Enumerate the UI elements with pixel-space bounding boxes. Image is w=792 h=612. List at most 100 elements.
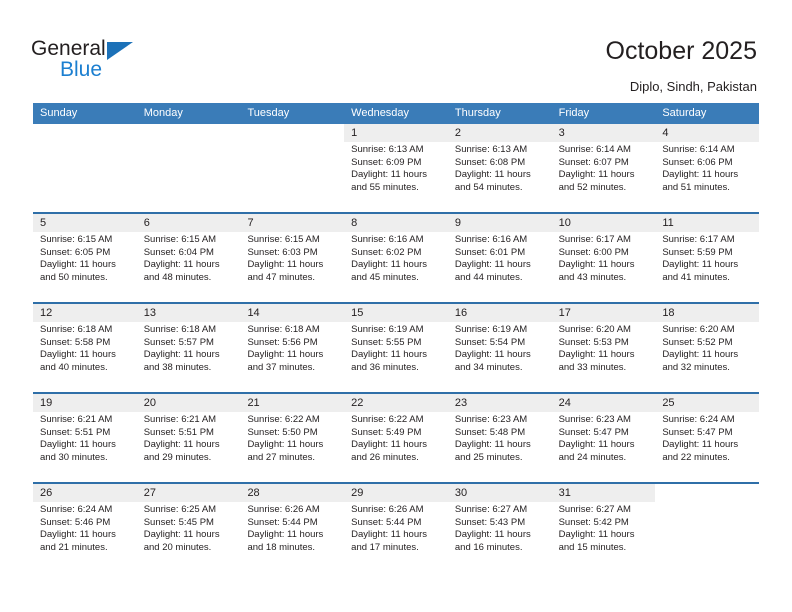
day-cell[interactable]: Sunrise: 6:26 AM Sunset: 5:44 PM Daylight:…: [240, 502, 344, 572]
sunset-time: Sunset: 5:52 PM: [662, 336, 733, 348]
day-number[interactable]: 17: [552, 304, 656, 322]
sunrise-time: Sunrise: 6:22 AM: [247, 414, 320, 425]
day-number[interactable]: 24: [552, 394, 656, 412]
sunrise-time: Sunrise: 6:26 AM: [351, 504, 424, 515]
daylight-duration-line1: Daylight: 11 hours: [662, 259, 739, 271]
daylight-duration-line2: and 36 minutes.: [351, 361, 419, 373]
day-cell[interactable]: Sunrise: 6:13 AM Sunset: 6:09 PM Daylight:…: [344, 142, 448, 212]
daylight-duration-line1: Daylight: 11 hours: [558, 259, 635, 271]
day-number[interactable]: 31: [552, 484, 656, 502]
day-cell[interactable]: Sunrise: 6:15 AM Sunset: 6:04 PM Daylight:…: [137, 232, 241, 302]
day-number[interactable]: 7: [240, 214, 344, 232]
sunset-time: Sunset: 6:00 PM: [558, 246, 629, 258]
day-cell[interactable]: Sunrise: 6:24 AM Sunset: 5:46 PM Daylight:…: [33, 502, 137, 572]
day-cell[interactable]: Sunrise: 6:18 AM Sunset: 5:58 PM Daylight:…: [33, 322, 137, 392]
day-number[interactable]: 26: [33, 484, 137, 502]
day-number[interactable]: 13: [137, 304, 241, 322]
sunset-time: Sunset: 5:46 PM: [40, 516, 111, 528]
day-number[interactable]: 2: [448, 124, 552, 142]
day-number[interactable]: 27: [137, 484, 241, 502]
day-number[interactable]: 8: [344, 214, 448, 232]
day-number[interactable]: 20: [137, 394, 241, 412]
sunset-time: Sunset: 5:54 PM: [454, 336, 526, 348]
sunrise-time: Sunrise: 6:14 AM: [558, 144, 631, 155]
day-number[interactable]: 4: [655, 124, 759, 142]
day-cell[interactable]: Sunrise: 6:19 AM Sunset: 5:54 PM Daylight:…: [448, 322, 552, 392]
day-number[interactable]: 12: [33, 304, 137, 322]
day-cell[interactable]: Sunrise: 6:15 AM Sunset: 6:03 PM Daylight:…: [240, 232, 344, 302]
day-cell[interactable]: Sunrise: 6:16 AM Sunset: 6:01 PM Daylight:…: [448, 232, 552, 302]
daylight-duration-line2: and 16 minutes.: [454, 541, 523, 553]
logo-triangle-icon: [107, 42, 133, 60]
day-cell[interactable]: Sunrise: 6:14 AM Sunset: 6:06 PM Daylight:…: [655, 142, 759, 212]
day-number[interactable]: 23: [448, 394, 552, 412]
sunset-time: Sunset: 5:51 PM: [40, 426, 111, 438]
day-cell[interactable]: Sunrise: 6:18 AM Sunset: 5:56 PM Daylight:…: [240, 322, 344, 392]
sunset-time: Sunset: 6:03 PM: [247, 246, 318, 258]
day-number[interactable]: 21: [240, 394, 344, 412]
day-number[interactable]: 28: [240, 484, 344, 502]
day-cell[interactable]: Sunrise: 6:20 AM Sunset: 5:53 PM Daylight:…: [552, 322, 656, 392]
sunset-time: Sunset: 5:51 PM: [143, 426, 214, 438]
daylight-duration-line2: and 26 minutes.: [351, 451, 419, 463]
page-header: General Blue October 2025 Diplo, Sindh, …: [0, 0, 792, 103]
day-number[interactable]: 14: [240, 304, 344, 322]
day-number[interactable]: 10: [552, 214, 656, 232]
day-cell[interactable]: Sunrise: 6:18 AM Sunset: 5:57 PM Daylight:…: [137, 322, 241, 392]
generalblue-logo[interactable]: General Blue: [31, 38, 161, 86]
day-cell[interactable]: Sunrise: 6:26 AM Sunset: 5:44 PM Daylight:…: [344, 502, 448, 572]
sunrise-time: Sunrise: 6:19 AM: [351, 324, 424, 335]
daylight-duration-line1: Daylight: 11 hours: [247, 349, 324, 361]
day-number[interactable]: 16: [448, 304, 552, 322]
daylight-duration-line1: Daylight: 11 hours: [247, 439, 324, 451]
day-cell[interactable]: Sunrise: 6:22 AM Sunset: 5:50 PM Daylight:…: [240, 412, 344, 482]
day-number[interactable]: 25: [655, 394, 759, 412]
day-number[interactable]: 22: [344, 394, 448, 412]
day-number[interactable]: 18: [655, 304, 759, 322]
daylight-duration-line2: and 37 minutes.: [247, 361, 316, 373]
daylight-duration-line2: and 34 minutes.: [454, 361, 523, 373]
day-cell[interactable]: Sunrise: 6:20 AM Sunset: 5:52 PM Daylight:…: [655, 322, 759, 392]
day-number[interactable]: 9: [448, 214, 552, 232]
daylight-duration-line1: Daylight: 11 hours: [351, 349, 428, 361]
day-number[interactable]: 29: [344, 484, 448, 502]
daylight-duration-line2: and 24 minutes.: [558, 451, 627, 463]
day-cell[interactable]: Sunrise: 6:14 AM Sunset: 6:07 PM Daylight:…: [552, 142, 656, 212]
day-number[interactable]: 30: [448, 484, 552, 502]
day-cell[interactable]: Sunrise: 6:25 AM Sunset: 5:45 PM Daylight:…: [137, 502, 241, 572]
day-cell[interactable]: Sunrise: 6:19 AM Sunset: 5:55 PM Daylight:…: [344, 322, 448, 392]
day-number[interactable]: 1: [344, 124, 448, 142]
week-date-band: 12 13 14 15 16 17 18: [33, 304, 759, 322]
day-cell[interactable]: Sunrise: 6:16 AM Sunset: 6:02 PM Daylight:…: [344, 232, 448, 302]
day-cell[interactable]: Sunrise: 6:17 AM Sunset: 6:00 PM Daylight:…: [552, 232, 656, 302]
day-number[interactable]: 19: [33, 394, 137, 412]
daylight-duration-line2: and 55 minutes.: [351, 181, 419, 193]
page-subtitle: Diplo, Sindh, Pakistan: [629, 79, 757, 94]
day-cell[interactable]: Sunrise: 6:23 AM Sunset: 5:47 PM Daylight:…: [552, 412, 656, 482]
day-number-empty: [33, 124, 137, 142]
sunrise-time: Sunrise: 6:15 AM: [40, 234, 113, 245]
day-cell[interactable]: Sunrise: 6:23 AM Sunset: 5:48 PM Daylight:…: [448, 412, 552, 482]
sunrise-time: Sunrise: 6:23 AM: [558, 414, 631, 425]
day-cell[interactable]: Sunrise: 6:21 AM Sunset: 5:51 PM Daylight:…: [33, 412, 137, 482]
sunrise-time: Sunrise: 6:18 AM: [143, 324, 217, 335]
day-cell[interactable]: Sunrise: 6:27 AM Sunset: 5:43 PM Daylight:…: [448, 502, 552, 572]
day-number[interactable]: 6: [137, 214, 241, 232]
day-number[interactable]: 3: [552, 124, 656, 142]
day-cell[interactable]: Sunrise: 6:27 AM Sunset: 5:42 PM Daylight:…: [552, 502, 656, 572]
day-cell[interactable]: Sunrise: 6:13 AM Sunset: 6:08 PM Daylight:…: [448, 142, 552, 212]
day-cell[interactable]: Sunrise: 6:17 AM Sunset: 5:59 PM Daylight:…: [655, 232, 759, 302]
day-cell[interactable]: Sunrise: 6:21 AM Sunset: 5:51 PM Daylight:…: [137, 412, 241, 482]
day-cell[interactable]: Sunrise: 6:22 AM Sunset: 5:49 PM Daylight:…: [344, 412, 448, 482]
day-number[interactable]: 11: [655, 214, 759, 232]
day-cell[interactable]: Sunrise: 6:15 AM Sunset: 6:05 PM Daylight:…: [33, 232, 137, 302]
day-number[interactable]: 15: [344, 304, 448, 322]
sunrise-time: Sunrise: 6:24 AM: [662, 414, 735, 425]
daylight-duration-line1: Daylight: 11 hours: [143, 259, 220, 271]
daylight-duration-line1: Daylight: 11 hours: [351, 169, 428, 181]
day-cell[interactable]: Sunrise: 6:24 AM Sunset: 5:47 PM Daylight:…: [655, 412, 759, 482]
week-detail-band: Sunrise: 6:24 AM Sunset: 5:46 PM Daylight:…: [33, 502, 760, 572]
daylight-duration-line2: and 15 minutes.: [558, 541, 627, 553]
day-number[interactable]: 5: [33, 214, 137, 232]
week-date-band: 1234: [33, 124, 759, 142]
